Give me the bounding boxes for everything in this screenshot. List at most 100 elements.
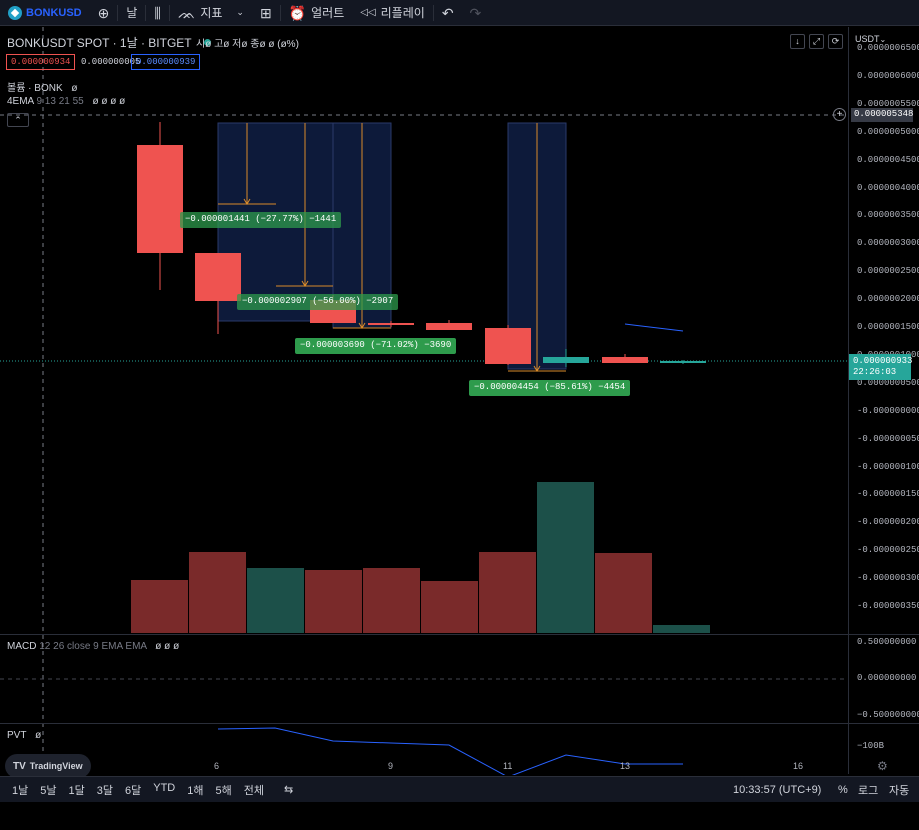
- price-axis-label: 0.0000002000: [857, 294, 919, 305]
- pvt-value: ø: [35, 730, 42, 741]
- time-label: 11: [503, 761, 513, 771]
- replay-label: 리플레이: [380, 6, 425, 20]
- interval-button[interactable]: 날: [118, 0, 145, 26]
- price-axis-label: -0.0000003000: [857, 573, 919, 584]
- redo-button[interactable]: ↷: [462, 0, 490, 26]
- time-label: 13: [620, 761, 631, 771]
- chart-type-button[interactable]: ⫼: [146, 0, 168, 26]
- pvt-axis-label: −100B: [857, 741, 885, 751]
- range-button[interactable]: 3달: [91, 782, 119, 798]
- top-toolbar: BONKUSD ⊕ 날 ⫼ ᨏ 지표 ⌄ ⊞ ⏰ 얼러트 ◁◁ 리플레이 ↶ ↷: [0, 0, 919, 26]
- volume-bar: [653, 625, 710, 633]
- alarm-clock-icon: ⏰: [288, 4, 307, 21]
- candles-icon: ⫼: [154, 4, 161, 21]
- percent-toggle[interactable]: %: [838, 777, 848, 803]
- candle-body: [137, 145, 183, 253]
- price-axis-label: -0.0000001500: [857, 489, 919, 500]
- symbol-title: BONKUSDT SPOT · 1날 · BITGET: [7, 36, 192, 50]
- calendar-icon: ⇆: [284, 784, 294, 796]
- current-price-label: 0.000000933 22:26:03: [849, 354, 913, 380]
- macd-axis-label: 0.000000000: [857, 673, 917, 683]
- measure-label[interactable]: −0.000002907 (−56.00%) −2907: [237, 294, 399, 310]
- alert-button[interactable]: ⏰ 얼러트: [281, 0, 353, 26]
- current-price-value: 0.000000933: [853, 356, 913, 366]
- volume-legend[interactable]: 볼륨 · BONK ø: [7, 79, 78, 94]
- replay-button[interactable]: ◁◁ 리플레이: [352, 0, 433, 26]
- indicators-button[interactable]: ᨏ 지표 ⌄: [170, 0, 252, 26]
- price-axis-label: 0.0000004500: [857, 154, 919, 165]
- ema-legend[interactable]: 4EMA 9 13 21 55 ø ø ø ø: [7, 96, 125, 107]
- ema-values: ø ø ø ø: [92, 96, 126, 107]
- goto-date-button[interactable]: ⇆: [278, 783, 299, 796]
- range-button[interactable]: 5해: [210, 782, 238, 798]
- price-axis-label: 0.0000005000: [857, 126, 919, 137]
- macd-label: MACD: [7, 641, 37, 652]
- price-axis-label: -0.0000000500: [857, 433, 919, 444]
- layouts-button[interactable]: ⊞: [252, 0, 280, 26]
- clock[interactable]: 10:33:57 (UTC+9): [733, 777, 821, 803]
- plus-icon: +: [836, 109, 843, 120]
- add-symbol-button[interactable]: ⊕: [90, 0, 118, 26]
- maximize-pane-button[interactable]: ⤢: [809, 34, 824, 49]
- clock-label: 10:33:57 (UTC+9): [733, 784, 822, 796]
- time-label: 9: [388, 761, 394, 771]
- time-label: 16: [793, 761, 804, 771]
- ask-price[interactable]: 0.000000939: [131, 54, 201, 70]
- chevron-down-icon: ⌄: [879, 35, 887, 44]
- macd-params: 12 26 close 9 EMA EMA: [39, 641, 147, 652]
- measure-label[interactable]: −0.000004454 (−85.61%) −4454: [469, 380, 631, 396]
- expand-icon: ⤢: [812, 36, 821, 46]
- range-buttons: 1날 5날 1달 3달 6달 YTD 1해 5해 전체: [6, 782, 270, 798]
- range-button[interactable]: 1달: [63, 782, 91, 798]
- price-axis-label: -0.0000002000: [857, 517, 919, 528]
- add-alert-plus-button[interactable]: +: [833, 108, 846, 121]
- range-button[interactable]: 전체: [238, 782, 270, 798]
- ohlc-values: 시ø 고ø 저ø 종ø ø (ø%): [196, 39, 299, 50]
- macd-legend[interactable]: MACD 12 26 close 9 EMA EMA ø ø ø: [7, 641, 179, 652]
- candle-body: [195, 253, 241, 301]
- chevron-down-icon: ⌄: [236, 7, 244, 17]
- price-axis-label: -0.0000003500: [857, 601, 919, 611]
- candle-body: [368, 323, 414, 325]
- price-axis-label: -0.0000002500: [857, 545, 919, 556]
- volume-bar: [305, 570, 362, 633]
- chart-legend-title[interactable]: BONKUSDT SPOT · 1날 · BITGET: [7, 34, 219, 51]
- pane-controls: ↓ ⤢ ⟳: [790, 34, 843, 49]
- crosshair-price-label: 0.000005348: [851, 108, 913, 122]
- symbol-search-button[interactable]: BONKUSD: [0, 0, 90, 26]
- time-label: 6: [214, 761, 220, 771]
- log-label: 로그: [858, 785, 879, 797]
- range-button[interactable]: 1날: [6, 782, 34, 798]
- range-button[interactable]: 6달: [119, 782, 147, 798]
- volume-bar: [537, 482, 594, 633]
- measure-label[interactable]: −0.000001441 (−27.77%) −1441: [180, 212, 342, 228]
- price-axis-label: 0.0000004000: [857, 182, 919, 193]
- chevron-up-icon: ⌃: [14, 115, 22, 125]
- range-button[interactable]: YTD: [147, 782, 181, 798]
- candle-body: [543, 357, 589, 363]
- undo-button[interactable]: ↶: [434, 0, 462, 26]
- chart-canvas[interactable]: [0, 27, 848, 775]
- collapse-legend-button[interactable]: ⌃: [7, 113, 29, 127]
- measure-label[interactable]: −0.000003690 (−71.02%) −3690: [295, 338, 457, 354]
- macd-pane-separator[interactable]: [0, 634, 919, 635]
- currency-selector[interactable]: USDT⌄: [855, 34, 886, 44]
- pvt-pane-separator[interactable]: [0, 723, 919, 724]
- chart-settings-button[interactable]: ⚙: [877, 759, 888, 773]
- range-button[interactable]: 1해: [181, 782, 209, 798]
- log-toggle[interactable]: 로그: [858, 777, 878, 803]
- volume-bar: [363, 568, 420, 633]
- redo-icon: ↷: [469, 4, 482, 21]
- bid-price[interactable]: 0.000000934: [6, 54, 76, 70]
- range-button[interactable]: 5날: [34, 782, 62, 798]
- time-axis[interactable]: 6 9 11 13 16: [0, 755, 848, 775]
- indicators-label: 지표: [200, 6, 223, 20]
- scroll-down-button[interactable]: ↓: [790, 34, 805, 49]
- rewind-icon: ◁◁: [360, 6, 376, 18]
- price-axis-label: -0.0000000000: [857, 405, 919, 416]
- alert-label: 얼러트: [311, 6, 345, 20]
- price-axis[interactable]: 0.0000006500 0.0000006000 0.0000005500 0.00…: [848, 27, 919, 774]
- reset-chart-button[interactable]: ⟳: [828, 34, 843, 49]
- auto-toggle[interactable]: 자동: [889, 777, 909, 803]
- pvt-legend[interactable]: PVT ø: [7, 730, 41, 741]
